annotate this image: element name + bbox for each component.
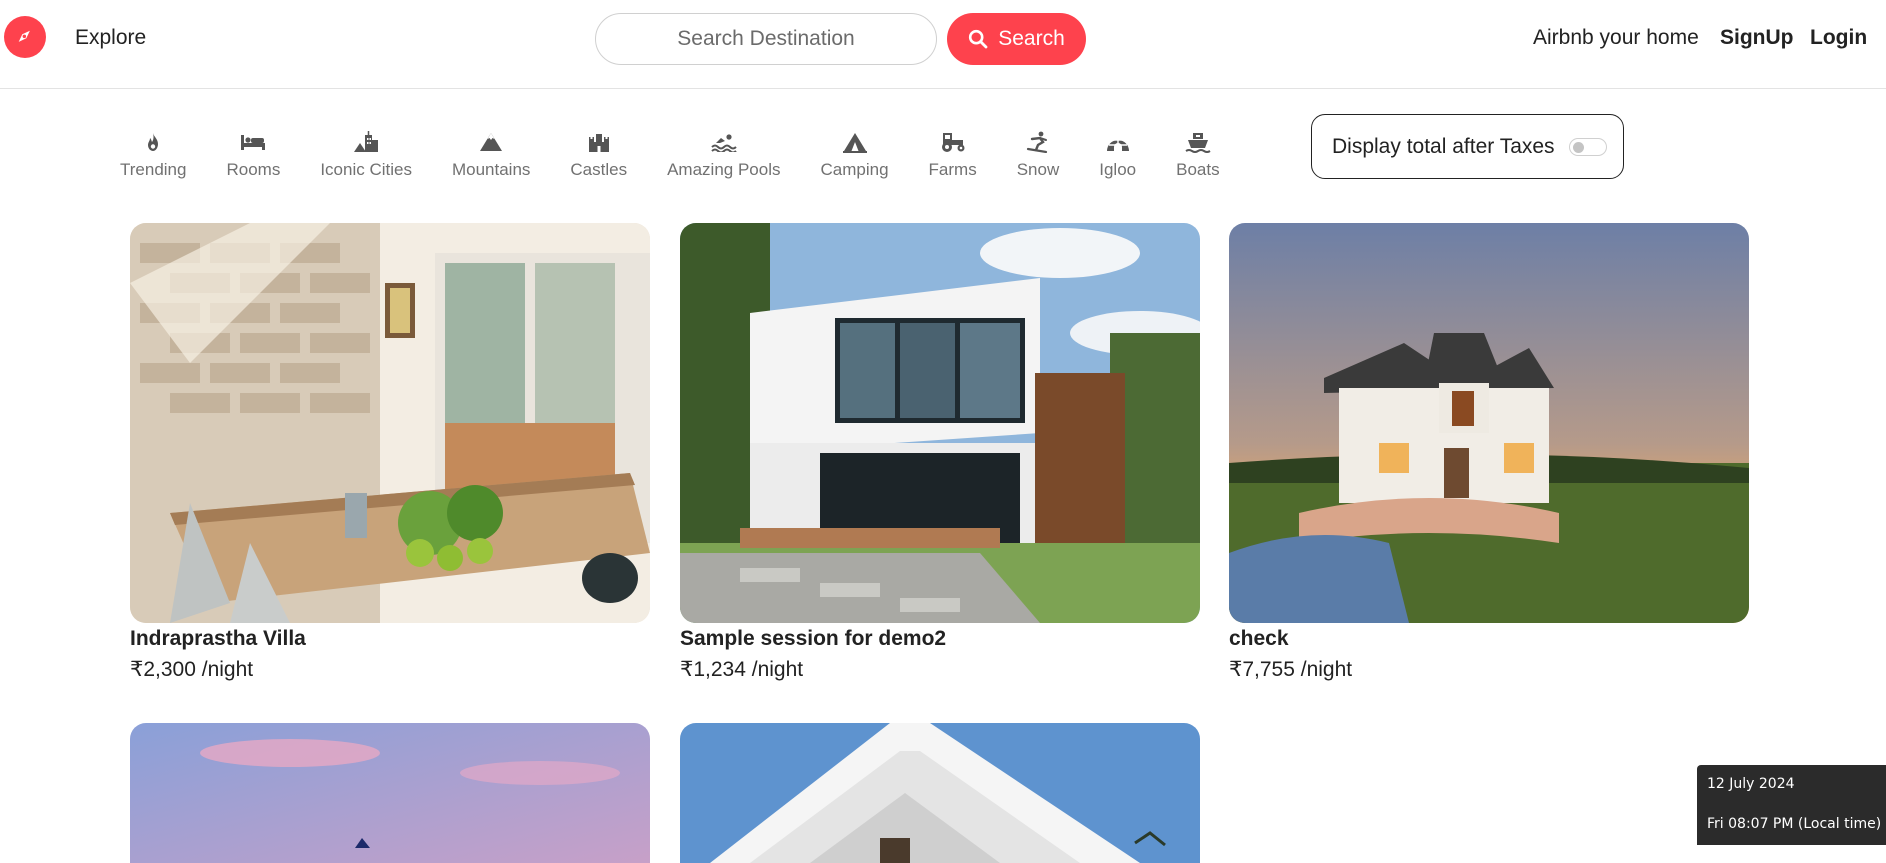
bed-icon — [240, 130, 266, 154]
login-link[interactable]: Login — [1810, 26, 1867, 50]
search-button-label: Search — [998, 27, 1065, 50]
filter-amazing-pools[interactable]: Amazing Pools — [667, 130, 780, 182]
filter-label: Camping — [820, 160, 889, 179]
filter-label: Trending — [120, 160, 187, 179]
filter-snow[interactable]: Snow — [1016, 130, 1060, 182]
tractor-icon — [939, 130, 967, 154]
filter-label: Mountains — [451, 160, 531, 179]
listing-image — [1229, 223, 1749, 623]
filter-farms[interactable]: Farms — [929, 130, 977, 182]
tax-toggle-label: Display total after Taxes — [1332, 134, 1555, 158]
tax-toggle-box[interactable]: Display total after Taxes — [1311, 114, 1624, 179]
swimmer-icon — [711, 130, 737, 154]
listing-price: ₹1,234 /night — [680, 658, 804, 681]
listing-title: Indraprastha Villa — [130, 627, 306, 650]
clock-date: 12 July 2024 — [1707, 776, 1795, 792]
filter-label: Rooms — [226, 160, 281, 179]
search-input[interactable] — [595, 13, 937, 65]
filter-igloo[interactable]: Igloo — [1099, 130, 1136, 182]
navbar: Explore Search Airbnb your home SignUp L… — [0, 0, 1886, 89]
listing-card[interactable]: Sample session for demo2 ₹1,234 /night — [680, 223, 1200, 682]
listing-card[interactable] — [680, 723, 1200, 863]
castle-icon — [588, 130, 610, 154]
city-icon — [353, 130, 379, 154]
filter-mountains[interactable]: Mountains — [452, 130, 530, 182]
filter-label: Iconic Cities — [320, 160, 412, 179]
filter-castles[interactable]: Castles — [570, 130, 627, 182]
search-button[interactable]: Search — [947, 13, 1086, 65]
listing-card[interactable] — [130, 723, 650, 863]
filter-iconic-cities[interactable]: Iconic Cities — [320, 130, 412, 182]
igloo-icon — [1105, 130, 1131, 154]
switch-knob — [1572, 141, 1584, 153]
mountain-icon — [479, 130, 503, 154]
filter-boats[interactable]: Boats — [1176, 130, 1220, 182]
listing-title: check — [1229, 627, 1289, 650]
listing-card[interactable]: Indraprastha Villa ₹2,300 /night — [130, 223, 650, 682]
filter-camping[interactable]: Camping — [820, 130, 889, 182]
airbnb-your-home-link[interactable]: Airbnb your home — [1533, 26, 1699, 50]
tent-icon — [842, 130, 868, 154]
tax-toggle-switch[interactable] — [1568, 137, 1607, 156]
listing-price: ₹7,755 /night — [1229, 658, 1353, 681]
search-icon — [969, 29, 988, 49]
filter-label: Boats — [1176, 160, 1220, 179]
listing-image — [680, 723, 1200, 863]
filter-bar: Trending Rooms Iconic Cities Mountains C… — [120, 130, 1260, 182]
filter-label: Igloo — [1099, 160, 1137, 179]
listing-image — [130, 223, 650, 623]
ship-icon — [1185, 130, 1211, 154]
filter-label: Farms — [928, 160, 977, 179]
listing-card[interactable]: check ₹7,755 /night — [1229, 223, 1749, 682]
snowboarder-icon — [1026, 130, 1050, 154]
filter-rooms[interactable]: Rooms — [226, 130, 280, 182]
clock-time: Fri 08:07 PM (Local time) — [1707, 816, 1882, 832]
signup-link[interactable]: SignUp — [1720, 26, 1794, 50]
listing-image — [130, 723, 650, 863]
listing-title: Sample session for demo2 — [680, 627, 947, 650]
filter-trending[interactable]: Trending — [120, 130, 186, 182]
fire-icon — [144, 130, 162, 154]
nav-explore-link[interactable]: Explore — [75, 26, 146, 50]
system-clock-tooltip: 12 July 2024 Fri 08:07 PM (Local time) — [1697, 765, 1886, 845]
filter-label: Castles — [570, 160, 628, 179]
listing-image — [680, 223, 1200, 623]
logo-compass-icon[interactable] — [4, 16, 46, 58]
compass-icon — [18, 30, 30, 42]
listing-price: ₹2,300 /night — [130, 658, 254, 681]
filter-label: Snow — [1016, 160, 1060, 179]
filter-label: Amazing Pools — [667, 160, 781, 179]
